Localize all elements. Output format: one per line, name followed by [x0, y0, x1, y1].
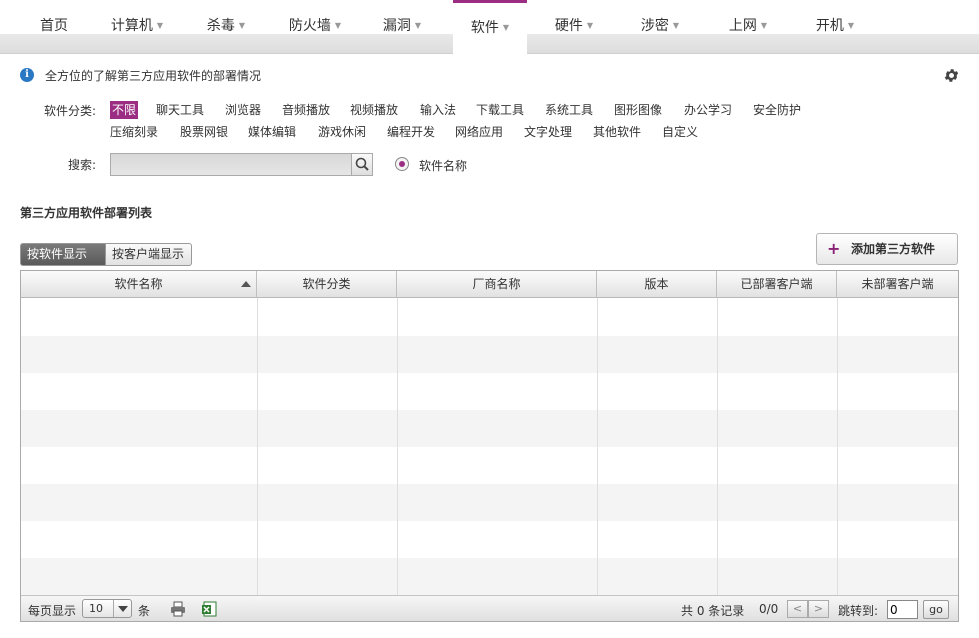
- add-third-party-software-button[interactable]: + 添加第三方软件: [816, 233, 958, 265]
- category-graphics[interactable]: 图形图像: [614, 101, 662, 119]
- table-row: [21, 521, 958, 558]
- category-custom[interactable]: 自定义: [662, 123, 698, 141]
- nav-item-classified[interactable]: 涉密 ▼: [630, 0, 690, 54]
- category-text[interactable]: 文字处理: [524, 123, 572, 141]
- category-programming[interactable]: 编程开发: [387, 123, 435, 141]
- software-table: 软件名称 软件分类 厂商名称 版本 已部署客户端 未部署客户端 每页显示 10 …: [20, 270, 959, 622]
- column-header-not-deployed[interactable]: 未部署客户端: [837, 271, 958, 298]
- chevron-down-icon: ▼: [414, 21, 422, 30]
- chevron-down-icon: ▼: [760, 21, 768, 30]
- search-label: 搜索:: [68, 158, 97, 172]
- category-other[interactable]: 其他软件: [593, 123, 641, 141]
- info-icon: i: [20, 68, 34, 82]
- chevron-down-icon: ▼: [334, 21, 342, 30]
- table-row: [21, 410, 958, 447]
- chevron-down-icon: ▼: [586, 21, 594, 30]
- total-records: 共 0 条记录: [681, 604, 745, 618]
- nav-item-antivirus[interactable]: 杀毒 ▼: [196, 0, 256, 54]
- column-divider: [717, 298, 718, 595]
- chevron-down-icon: ▼: [672, 21, 680, 30]
- jump-label: 跳转到:: [838, 604, 879, 618]
- chevron-down-icon: ▼: [847, 21, 855, 30]
- column-header-category[interactable]: 软件分类: [257, 271, 397, 298]
- per-page-select[interactable]: 10: [82, 599, 132, 618]
- nav-item-software[interactable]: 软件 ▼: [453, 0, 527, 54]
- plus-icon: +: [827, 239, 841, 258]
- nav-item-internet[interactable]: 上网 ▼: [718, 0, 778, 54]
- category-input-method[interactable]: 输入法: [420, 101, 456, 119]
- search-button[interactable]: [351, 153, 373, 176]
- nav-item-firewall[interactable]: 防火墙 ▼: [278, 0, 352, 54]
- category-media-edit[interactable]: 媒体编辑: [248, 123, 296, 141]
- nav-item-home[interactable]: 首页: [24, 0, 84, 54]
- add-button-label: 添加第三方软件: [851, 242, 936, 256]
- table-row: [21, 447, 958, 484]
- chevron-down-icon: [113, 600, 131, 617]
- category-system[interactable]: 系统工具: [545, 101, 593, 119]
- category-chat[interactable]: 聊天工具: [156, 101, 204, 119]
- view-by-software-button[interactable]: 按软件显示: [20, 243, 106, 266]
- category-browser[interactable]: 浏览器: [225, 101, 261, 119]
- per-page-label: 每页显示: [28, 604, 77, 618]
- category-label: 软件分类:: [44, 104, 97, 118]
- nav-item-vulnerability[interactable]: 漏洞 ▼: [372, 0, 432, 54]
- software-name-radio-label: 软件名称: [419, 159, 468, 173]
- column-header-software-name[interactable]: 软件名称: [21, 271, 257, 298]
- chevron-down-icon: ▼: [156, 21, 164, 30]
- category-office[interactable]: 办公学习: [684, 101, 732, 119]
- table-footer: 每页显示 10 条 共 0 条记录 0/0 < > 跳转到: go: [21, 595, 958, 621]
- column-header-vendor[interactable]: 厂商名称: [397, 271, 597, 298]
- page-indicator: 0/0: [759, 602, 779, 616]
- column-divider: [837, 298, 838, 595]
- search-input[interactable]: [110, 153, 351, 176]
- category-games[interactable]: 游戏休闲: [318, 123, 366, 141]
- view-by-client-button[interactable]: 按客户端显示: [106, 243, 192, 266]
- nav-item-boot[interactable]: 开机 ▼: [805, 0, 865, 54]
- category-security[interactable]: 安全防护: [753, 101, 801, 119]
- category-download[interactable]: 下载工具: [476, 101, 524, 119]
- column-header-version[interactable]: 版本: [597, 271, 717, 298]
- page-description: 全方位的了解第三方应用软件的部署情况: [45, 69, 262, 83]
- table-row: [21, 299, 958, 336]
- table-header: 软件名称 软件分类 厂商名称 版本 已部署客户端 未部署客户端: [21, 271, 958, 298]
- jump-page-input[interactable]: [887, 600, 918, 619]
- category-video[interactable]: 视频播放: [350, 101, 398, 119]
- sort-ascending-icon: [241, 281, 251, 287]
- top-nav: 首页 计算机 ▼ 杀毒 ▼ 防火墙 ▼ 漏洞 ▼ 软件 ▼ 硬件 ▼ 涉密 ▼ 上网 ▼ 开机 ▼: [0, 0, 979, 54]
- column-divider: [397, 298, 398, 595]
- next-page-button[interactable]: >: [808, 600, 829, 618]
- column-header-deployed[interactable]: 已部署客户端: [717, 271, 837, 298]
- table-row: [21, 558, 958, 595]
- table-row: [21, 336, 958, 373]
- search-icon: [355, 157, 369, 171]
- category-compress[interactable]: 压缩刻录: [110, 123, 158, 141]
- nav-item-hardware[interactable]: 硬件 ▼: [544, 0, 604, 54]
- chevron-down-icon: ▼: [502, 23, 510, 32]
- prev-page-button[interactable]: <: [787, 600, 808, 618]
- go-button[interactable]: go: [923, 600, 949, 619]
- table-row: [21, 484, 958, 521]
- per-page-unit: 条: [138, 604, 151, 618]
- print-icon[interactable]: [170, 601, 186, 617]
- gear-icon[interactable]: [943, 67, 960, 84]
- table-row: [21, 373, 958, 410]
- column-divider: [257, 298, 258, 595]
- column-divider: [597, 298, 598, 595]
- category-all[interactable]: 不限: [110, 101, 139, 119]
- chevron-down-icon: ▼: [238, 21, 246, 30]
- category-audio[interactable]: 音频播放: [282, 101, 330, 119]
- excel-export-icon[interactable]: [201, 601, 217, 617]
- software-name-radio[interactable]: [395, 157, 409, 171]
- nav-item-computer[interactable]: 计算机 ▼: [100, 0, 174, 54]
- section-title: 第三方应用软件部署列表: [20, 206, 153, 220]
- category-network[interactable]: 网络应用: [455, 123, 503, 141]
- category-stock[interactable]: 股票网银: [180, 123, 228, 141]
